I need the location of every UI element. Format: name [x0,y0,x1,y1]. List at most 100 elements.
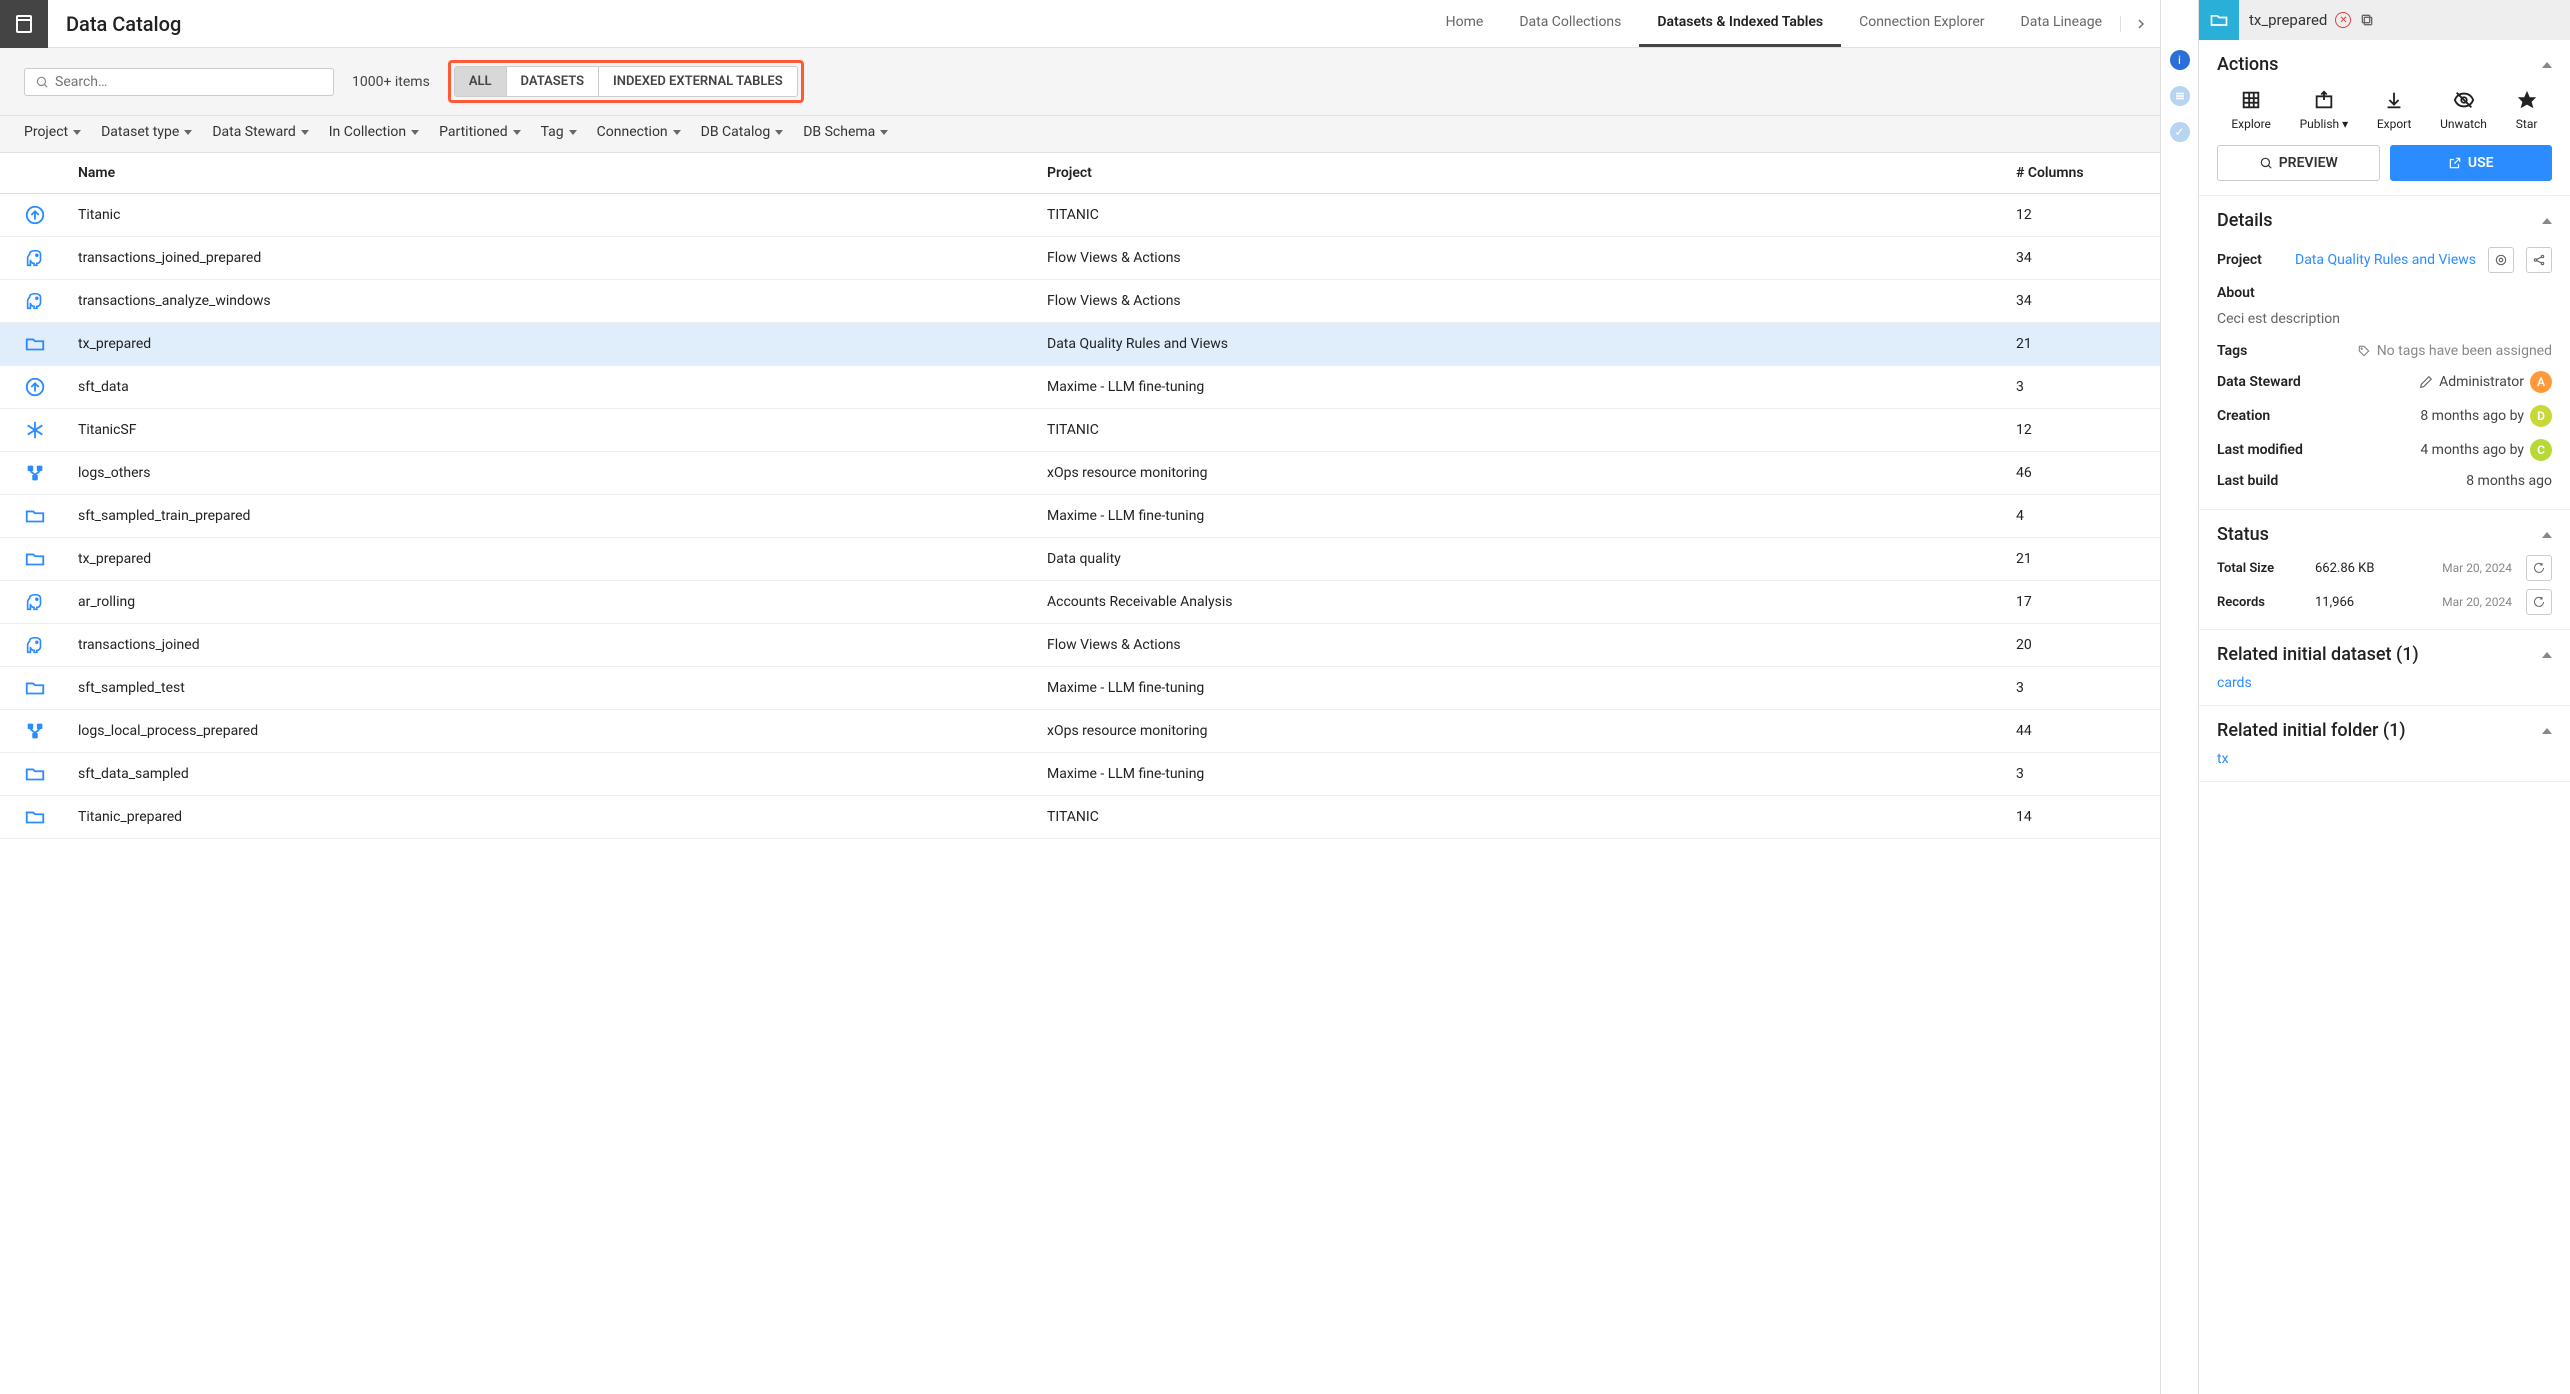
filter-partitioned[interactable]: Partitioned [439,124,520,140]
refresh-records-button[interactable] [2526,589,2552,615]
project-link[interactable]: Data Quality Rules and Views [2295,252,2476,268]
filter-db-catalog[interactable]: DB Catalog [701,124,784,140]
status-error-icon[interactable]: ✕ [2335,12,2351,28]
row-project: TITANIC [1047,422,2016,438]
row-project: Flow Views & Actions [1047,293,2016,309]
table-row[interactable]: tx_preparedData Quality Rules and Views2… [0,323,2160,366]
side-tab-check[interactable]: ✓ [2170,122,2190,142]
nav-tab-connection-explorer[interactable]: Connection Explorer [1841,0,2002,47]
collapse-status-icon[interactable] [2542,532,2552,538]
filter-db-schema[interactable]: DB Schema [803,124,888,140]
table-row[interactable]: sft_dataMaxime - LLM fine-tuning3 [0,366,2160,409]
nav-tab-datasets-indexed-tables[interactable]: Datasets & Indexed Tables [1639,0,1841,47]
type-filter-all[interactable]: ALL [455,67,507,96]
collapse-details-icon[interactable] [2542,218,2552,224]
row-project: Flow Views & Actions [1047,250,2016,266]
column-header-name[interactable]: Name [78,165,1047,181]
elephant-icon [24,290,78,312]
item-count: 1000+ items [352,74,430,90]
action-publish[interactable]: Publish ▾ [2300,89,2349,131]
row-project: xOps resource monitoring [1047,723,2016,739]
size-date: Mar 20, 2024 [2442,561,2512,575]
related-dataset-link[interactable]: cards [2217,675,2552,691]
filter-in-collection[interactable]: In Collection [329,124,419,140]
row-name: transactions_analyze_windows [78,293,1047,309]
related-dataset-heading: Related initial dataset (1) [2217,644,2419,665]
nav-tab-data-lineage[interactable]: Data Lineage [2003,0,2120,47]
table-row[interactable]: transactions_joined_preparedFlow Views &… [0,237,2160,280]
side-tab-list[interactable] [2170,86,2190,106]
nav-tab-data-collections[interactable]: Data Collections [1501,0,1639,47]
share-icon[interactable] [2526,247,2552,273]
collapse-related-dataset-icon[interactable] [2542,652,2552,658]
action-star[interactable]: Star [2516,89,2538,131]
table-row[interactable]: logs_local_process_preparedxOps resource… [0,710,2160,753]
creation-value: 8 months ago by [2420,408,2524,424]
table-row[interactable]: sft_sampled_testMaxime - LLM fine-tuning… [0,667,2160,710]
row-columns: 21 [2016,551,2136,567]
row-columns: 17 [2016,594,2136,610]
collapse-panel-button[interactable] [2120,16,2160,32]
row-columns: 34 [2016,250,2136,266]
table-row[interactable]: sft_sampled_train_preparedMaxime - LLM f… [0,495,2160,538]
use-button[interactable]: USE [2390,145,2553,181]
table-row[interactable]: logs_othersxOps resource monitoring46 [0,452,2160,495]
app-logo[interactable] [0,0,48,48]
avatar-c[interactable]: C [2530,439,2552,461]
build-label: Last build [2217,473,2278,489]
preview-button[interactable]: PREVIEW [2217,145,2380,181]
collapse-actions-icon[interactable] [2542,62,2552,68]
row-name: ar_rolling [78,594,1047,610]
app-title: Data Catalog [66,12,181,36]
row-name: TitanicSF [78,422,1047,438]
records-label: Records [2217,595,2307,610]
elephant-icon [24,634,78,656]
target-icon[interactable] [2488,247,2514,273]
table-row[interactable]: TitanicTITANIC12 [0,194,2160,237]
nav-tab-home[interactable]: Home [1428,0,1502,47]
related-folder-link[interactable]: tx [2217,751,2552,767]
collapse-related-folder-icon[interactable] [2542,728,2552,734]
table-row[interactable]: transactions_analyze_windowsFlow Views &… [0,280,2160,323]
row-project: Maxime - LLM fine-tuning [1047,766,2016,782]
copy-icon[interactable] [2359,12,2375,28]
steward-value: Administrator [2439,374,2524,390]
upload-circle-icon [24,376,78,398]
type-filter-indexed-external-tables[interactable]: INDEXED EXTERNAL TABLES [599,67,797,96]
action-explore[interactable]: Explore [2231,89,2271,131]
project-label: Project [2217,252,2262,268]
table-row[interactable]: tx_preparedData quality21 [0,538,2160,581]
column-header-columns[interactable]: # Columns [2016,165,2136,181]
search-input-wrap[interactable] [24,68,334,96]
side-tab-info[interactable]: i [2170,50,2190,70]
row-name: sft_data [78,379,1047,395]
table-row[interactable]: ar_rollingAccounts Receivable Analysis17 [0,581,2160,624]
row-name: sft_sampled_test [78,680,1047,696]
avatar-d[interactable]: D [2530,405,2552,427]
table-row[interactable]: Titanic_preparedTITANIC14 [0,796,2160,839]
filter-connection[interactable]: Connection [597,124,681,140]
action-unwatch[interactable]: Unwatch [2440,89,2487,131]
row-project: Maxime - LLM fine-tuning [1047,379,2016,395]
table-row[interactable]: sft_data_sampledMaxime - LLM fine-tuning… [0,753,2160,796]
search-icon [35,75,49,89]
creation-label: Creation [2217,408,2270,424]
action-export[interactable]: Export [2377,89,2412,131]
folder-icon [24,763,78,785]
search-input[interactable] [55,74,323,90]
filter-dataset-type[interactable]: Dataset type [101,124,192,140]
avatar-a[interactable]: A [2530,371,2552,393]
row-project: Flow Views & Actions [1047,637,2016,653]
table-row[interactable]: transactions_joinedFlow Views & Actions2… [0,624,2160,667]
details-heading: Details [2217,210,2273,231]
table-row[interactable]: TitanicSFTITANIC12 [0,409,2160,452]
refresh-size-button[interactable] [2526,555,2552,581]
type-filter-datasets[interactable]: DATASETS [507,67,599,96]
edit-icon[interactable] [2419,375,2433,389]
row-project: TITANIC [1047,809,2016,825]
column-header-project[interactable]: Project [1047,165,2016,181]
filter-data-steward[interactable]: Data Steward [212,124,308,140]
row-name: transactions_joined_prepared [78,250,1047,266]
filter-project[interactable]: Project [24,124,81,140]
filter-tag[interactable]: Tag [541,124,577,140]
